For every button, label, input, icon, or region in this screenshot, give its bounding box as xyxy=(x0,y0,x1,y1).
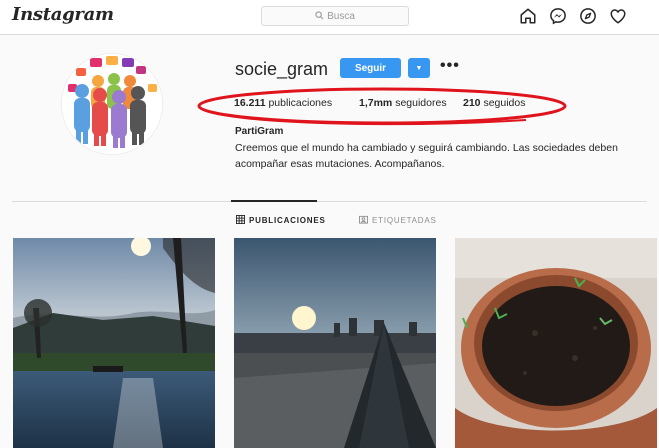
posts-count: 16.211 xyxy=(234,97,266,109)
stat-posts[interactable]: 16.211 publicaciones xyxy=(234,97,359,109)
profile-bio: Creemos que el mundo ha cambiado y segui… xyxy=(235,142,618,170)
nav-icons xyxy=(519,7,627,25)
tab-publicaciones-label: PUBLICACIONES xyxy=(249,216,326,225)
explore-icon[interactable] xyxy=(579,7,597,25)
stat-following[interactable]: 210 seguidos xyxy=(463,97,525,109)
top-navigation-bar: Instagram Busca xyxy=(0,0,659,35)
suggestions-dropdown-button[interactable]: ▼ xyxy=(408,58,430,78)
search-placeholder: Busca xyxy=(327,10,355,22)
profile-stats: 16.211 publicaciones 1,7mm seguidores 21… xyxy=(234,97,525,109)
posts-label: publicaciones xyxy=(268,97,333,109)
chevron-down-icon: ▼ xyxy=(415,64,423,72)
search-icon xyxy=(315,10,324,22)
followers-count: 1,7mm xyxy=(359,97,393,109)
post-thumbnail-plant-pot[interactable] xyxy=(455,238,657,448)
tab-publicaciones[interactable]: PUBLICACIONES xyxy=(236,215,326,226)
tag-icon xyxy=(359,215,368,226)
heart-icon[interactable] xyxy=(609,7,627,25)
search-input[interactable]: Busca xyxy=(261,6,409,26)
tab-etiquetadas[interactable]: ETIQUETADAS xyxy=(359,215,437,226)
profile-fullname: PartiGram xyxy=(235,126,284,137)
post-thumbnail-lake-sunset[interactable] xyxy=(13,238,215,448)
instagram-logo[interactable]: Instagram xyxy=(12,4,114,25)
messenger-icon[interactable] xyxy=(549,7,567,25)
profile-username: socie_gram xyxy=(235,59,329,79)
follow-button[interactable]: Seguir xyxy=(340,58,401,78)
stat-followers[interactable]: 1,7mm seguidores xyxy=(359,97,463,109)
following-label: seguidos xyxy=(483,97,526,109)
active-tab-indicator xyxy=(231,200,317,202)
post-thumbnail-city-sunset[interactable] xyxy=(234,238,436,448)
tab-etiquetadas-label: ETIQUETADAS xyxy=(372,216,437,225)
profile-avatar[interactable] xyxy=(62,54,162,154)
followers-label: seguidores xyxy=(395,97,447,109)
following-count: 210 xyxy=(463,97,481,109)
grid-icon xyxy=(236,215,245,226)
more-options-icon[interactable]: ••• xyxy=(440,57,460,75)
home-icon[interactable] xyxy=(519,7,537,25)
tabs-divider xyxy=(12,201,647,202)
